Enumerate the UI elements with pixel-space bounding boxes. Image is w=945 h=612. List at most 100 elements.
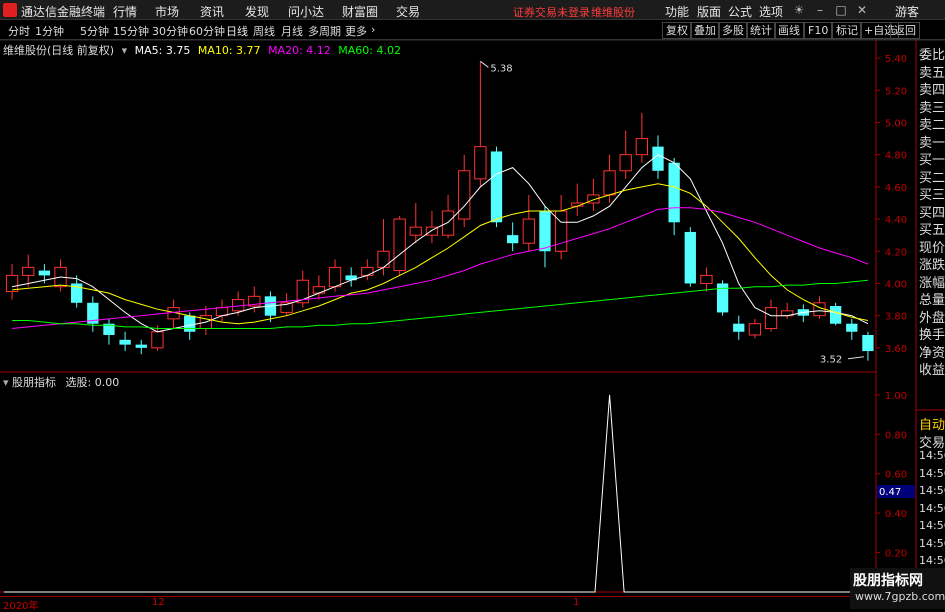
candle-body bbox=[312, 286, 326, 294]
quote-label[interactable]: 卖四 bbox=[919, 79, 945, 98]
high-price-label: 5.38 bbox=[490, 63, 512, 74]
candle-body bbox=[652, 146, 664, 171]
sub-y-tick-label: 0.20 bbox=[885, 549, 907, 560]
tick-time[interactable]: 14:56 bbox=[919, 502, 945, 515]
candle-body bbox=[554, 210, 568, 252]
sub-y-axis: 1.00 0.80 0.60 0.40 0.20 0.47 bbox=[876, 391, 915, 560]
candle-body bbox=[119, 339, 131, 345]
quote-label[interactable]: 涨幅 bbox=[919, 272, 945, 291]
candle-body bbox=[684, 231, 696, 284]
candle-body bbox=[22, 266, 35, 276]
tick-time[interactable]: 14:56 bbox=[919, 449, 945, 462]
low-pointer bbox=[847, 356, 864, 360]
candle-body bbox=[764, 307, 778, 330]
candle-body bbox=[507, 235, 519, 244]
candle-body bbox=[393, 218, 406, 272]
y-tick-label: 4.80 bbox=[885, 151, 907, 162]
y-tick-label: 5.20 bbox=[885, 86, 907, 97]
candle-body bbox=[829, 306, 842, 324]
candle-body bbox=[490, 151, 503, 223]
candle-body bbox=[539, 211, 551, 252]
low-price-label: 3.52 bbox=[820, 355, 842, 366]
quote-label[interactable]: 买五 bbox=[919, 219, 945, 238]
candle-body bbox=[846, 323, 858, 332]
candle-body bbox=[458, 170, 471, 220]
time-label-jan: 1 bbox=[573, 597, 580, 608]
time-label-dec: 12 bbox=[152, 597, 165, 608]
candle-body bbox=[668, 162, 680, 223]
ma-lines bbox=[12, 154, 869, 333]
indicator-name[interactable]: 股朋指标 bbox=[12, 376, 56, 389]
indicator-value: 选股: 0.00 bbox=[65, 376, 120, 389]
quote-label[interactable]: 总量 bbox=[919, 289, 945, 308]
quote-label[interactable]: 涨跌 bbox=[919, 254, 945, 273]
candle-body bbox=[135, 344, 147, 348]
quote-label[interactable]: 卖一 bbox=[919, 132, 945, 151]
time-axis: 2020年 12 1 bbox=[0, 596, 850, 612]
candle-body bbox=[700, 274, 713, 284]
indicator-value-box-label: 0.47 bbox=[879, 487, 901, 498]
quote-label[interactable]: 卖二 bbox=[919, 114, 945, 133]
candle-body bbox=[184, 315, 196, 332]
tick-time[interactable]: 14:56 bbox=[919, 467, 945, 480]
y-tick-label: 4.20 bbox=[885, 247, 907, 258]
indicator-title: ▾ 股朋指标 选股: 0.00 bbox=[3, 374, 119, 390]
candle-body bbox=[377, 250, 390, 268]
candle-body bbox=[635, 138, 649, 156]
y-tick-label: 4.40 bbox=[885, 215, 907, 226]
quote-label[interactable]: 买三 bbox=[919, 184, 945, 203]
watermark-title: 股朋指标网 bbox=[853, 573, 923, 589]
candle-body bbox=[38, 270, 51, 276]
sub-y-tick-label: 0.80 bbox=[885, 430, 907, 441]
tick-time[interactable]: 14:56 bbox=[919, 484, 945, 497]
candle-body bbox=[474, 146, 487, 180]
trade-label[interactable]: 交易 bbox=[919, 432, 945, 451]
ma-line-ma5 bbox=[12, 154, 869, 333]
quote-label[interactable]: 外盘 bbox=[919, 307, 945, 326]
y-tick-label: 4.60 bbox=[885, 183, 907, 194]
sub-y-tick-label: 0.40 bbox=[885, 509, 907, 520]
candle-body bbox=[619, 154, 632, 172]
candle-body bbox=[328, 266, 342, 288]
watermark-url: www.7gpzb.com bbox=[855, 590, 945, 603]
quote-label[interactable]: 委比 bbox=[919, 44, 945, 63]
quote-label[interactable]: 买一 bbox=[919, 149, 945, 168]
candle-body bbox=[151, 331, 164, 349]
sub-y-tick-label: 0.60 bbox=[885, 470, 907, 481]
quote-label[interactable]: 现价 bbox=[919, 237, 945, 256]
candle-body bbox=[748, 323, 762, 336]
chart-canvas[interactable]: 5.40 5.20 5.00 4.80 4.60 4.40 4.20 4.00 3.80 3.60… bbox=[0, 0, 945, 609]
trade-label[interactable]: 自动 bbox=[919, 414, 945, 433]
high-pointer bbox=[480, 60, 489, 68]
indicator-options-icon[interactable]: ▾ bbox=[3, 376, 9, 389]
sub-y-tick-label: 1.00 bbox=[885, 391, 907, 402]
quote-panel: 委比 卖五 卖四 卖三 卖二 卖一 买一 买二 买三 买四 买五 现价 涨跌 涨幅 总量 外盘 换手 净资 收益自动… bbox=[917, 40, 945, 609]
quote-label[interactable]: 收益 bbox=[919, 359, 945, 378]
quote-label[interactable]: 卖五 bbox=[919, 62, 945, 81]
candle-body bbox=[522, 218, 535, 244]
candle-body bbox=[862, 334, 874, 352]
tick-time[interactable]: 14:56 bbox=[919, 537, 945, 550]
indicator-line bbox=[4, 394, 868, 593]
candle-body bbox=[409, 226, 422, 236]
quote-label[interactable]: 净资 bbox=[919, 342, 945, 361]
time-label-year: 2020年 bbox=[3, 601, 39, 612]
quote-label[interactable]: 买四 bbox=[919, 202, 945, 221]
candle-body bbox=[441, 210, 455, 236]
main-y-axis: 5.40 5.20 5.00 4.80 4.60 4.40 4.20 4.00 3.80 3.60 bbox=[876, 54, 907, 355]
quote-label[interactable]: 买二 bbox=[919, 167, 945, 186]
y-tick-label: 5.00 bbox=[885, 118, 907, 129]
y-tick-label: 3.80 bbox=[885, 312, 907, 323]
candle-body bbox=[603, 170, 616, 196]
candle-body bbox=[361, 266, 374, 276]
y-tick-label: 4.00 bbox=[885, 279, 907, 290]
quote-label[interactable]: 卖三 bbox=[919, 97, 945, 116]
tick-time[interactable]: 14:56 bbox=[919, 554, 945, 567]
candle-body bbox=[733, 323, 745, 332]
y-tick-label: 3.60 bbox=[885, 344, 907, 355]
indicator-line-selectstock bbox=[4, 394, 868, 593]
y-tick-label: 5.40 bbox=[885, 54, 907, 65]
ma-line-ma10 bbox=[12, 183, 868, 325]
quote-label[interactable]: 换手 bbox=[919, 324, 945, 343]
tick-time[interactable]: 14:56 bbox=[919, 519, 945, 532]
